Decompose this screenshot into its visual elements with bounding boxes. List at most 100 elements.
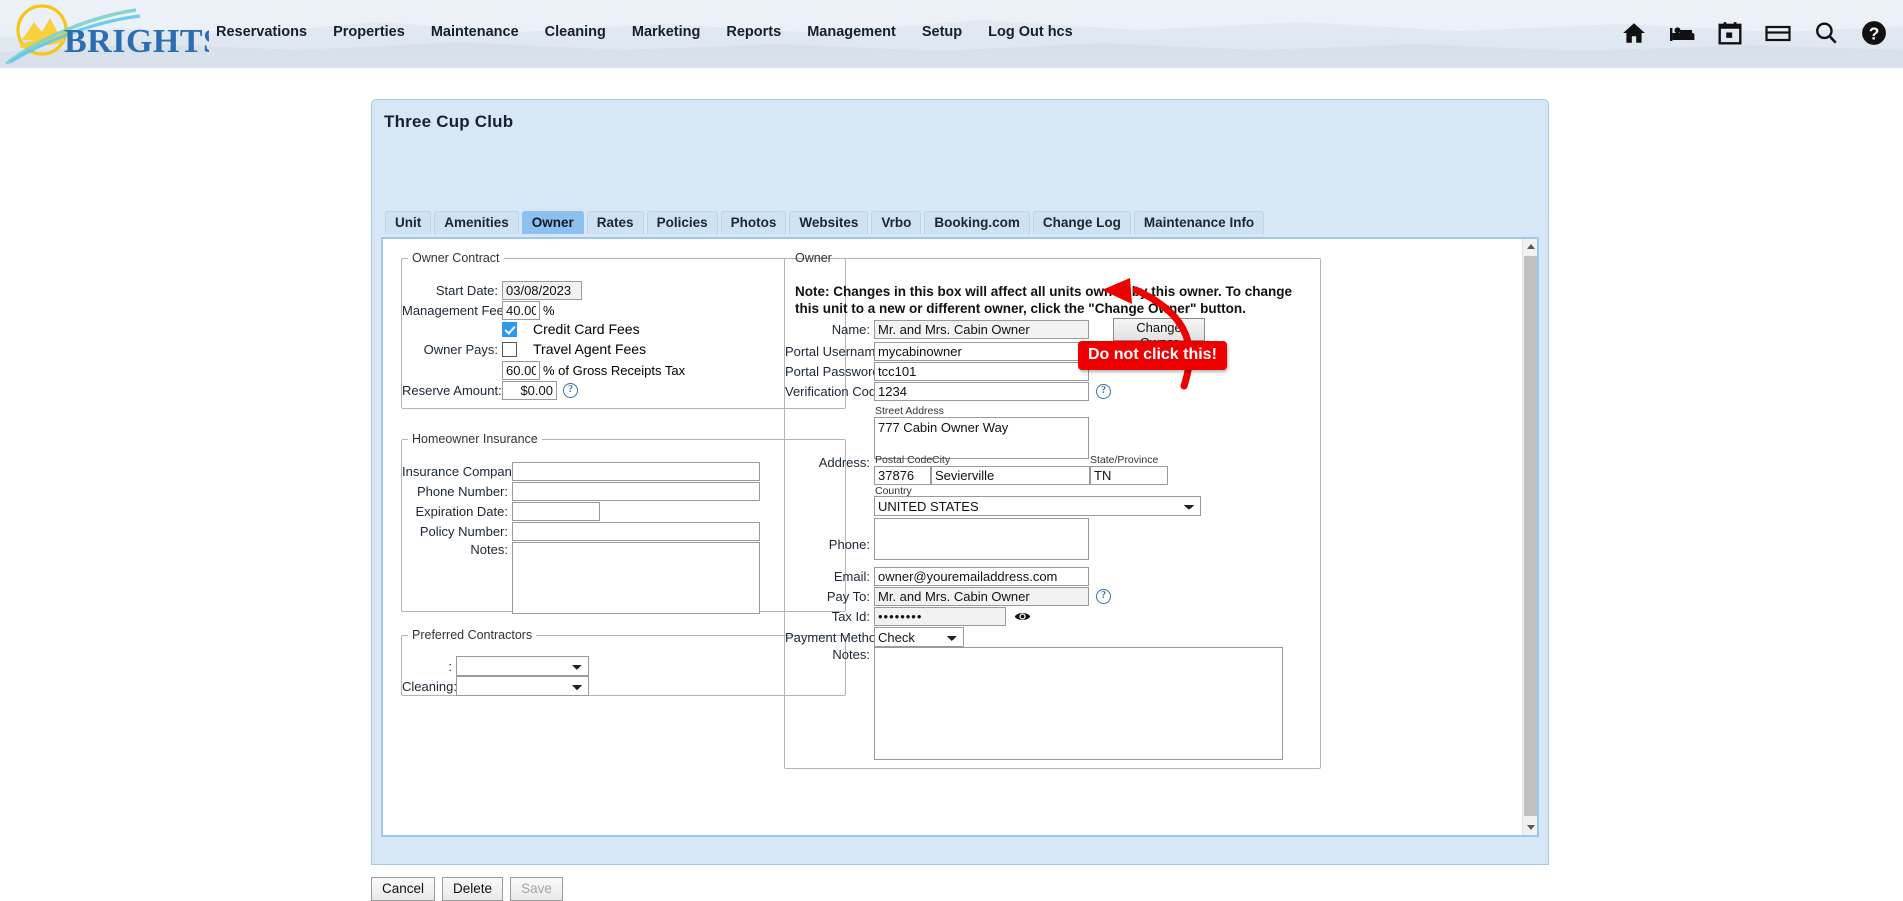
street-address-textarea[interactable]: 777 Cabin Owner Way [874, 417, 1089, 459]
scroll-up-arrow[interactable] [1523, 239, 1537, 254]
address-label: Address: [818, 455, 870, 470]
owner-name-label: Name: [831, 322, 870, 337]
postal-code-label: Postal Code [875, 454, 933, 466]
nav-item-reservations[interactable]: Reservations [216, 24, 320, 40]
tab-photos[interactable]: Photos [720, 211, 787, 234]
nav-item-management[interactable]: Management [794, 24, 909, 40]
help-icon[interactable]: ? [1861, 20, 1887, 46]
content-scrollbar[interactable] [1522, 239, 1537, 835]
pay-to-input[interactable] [874, 587, 1089, 606]
insurance-policy-input[interactable] [512, 522, 760, 541]
bed-icon[interactable] [1669, 20, 1695, 46]
homeowner-insurance-legend: Homeowner Insurance [412, 432, 538, 446]
owner-pays-label: Owner Pays: [423, 341, 498, 357]
nav-item-maintenance[interactable]: Maintenance [418, 24, 532, 40]
street-address-label: Street Address [875, 405, 944, 417]
insurance-notes-textarea[interactable] [512, 542, 760, 614]
verification-code-help-icon[interactable]: ? [1096, 384, 1111, 399]
tab-unit[interactable]: Unit [385, 211, 432, 234]
tab-websites[interactable]: Websites [789, 211, 869, 234]
credit-card-fees-checkbox[interactable] [502, 321, 517, 337]
country-select[interactable]: UNITED STATES [874, 496, 1201, 516]
portal-username-label: Portal Username: [785, 344, 887, 359]
reserve-amount-input[interactable] [502, 381, 557, 400]
credit-card-icon[interactable] [1765, 20, 1791, 46]
insurance-phone-input[interactable] [512, 482, 760, 501]
tab-owner[interactable]: Owner [521, 211, 584, 234]
gross-receipts-tax-input[interactable] [502, 361, 540, 380]
scroll-down-arrow[interactable] [1523, 820, 1537, 835]
travel-agent-fees-checkbox[interactable] [502, 341, 517, 357]
verification-code-label: Verification Code: [785, 384, 887, 399]
owner-name-input[interactable] [874, 320, 1089, 339]
insurance-notes-label: Notes: [470, 542, 508, 557]
nav-item-logout[interactable]: Log Out hcs [975, 24, 1086, 40]
eye-icon[interactable] [1014, 610, 1031, 623]
tab-vrbo[interactable]: Vrbo [871, 211, 922, 234]
owner-notes-textarea[interactable] [874, 647, 1283, 760]
tab-amenities[interactable]: Amenities [434, 211, 519, 234]
nav-item-cleaning[interactable]: Cleaning [532, 24, 619, 40]
insurance-company-label: Insurance Company: [402, 464, 522, 479]
pay-to-help-icon[interactable]: ? [1096, 589, 1111, 604]
preferred-contractors-group: Preferred Contractors : Cleaning: [401, 628, 846, 696]
reserve-amount-label: Reserve Amount: [402, 383, 502, 398]
page-title: Three Cup Club [384, 112, 514, 131]
search-icon[interactable] [1813, 20, 1839, 46]
main-navigation[interactable]: Reservations Properties Maintenance Clea… [216, 20, 1086, 44]
nav-item-reports[interactable]: Reports [713, 24, 794, 40]
tab-bookingcom[interactable]: Booking.com [924, 211, 1030, 234]
tax-id-input[interactable] [874, 607, 1006, 626]
owner-phone-textarea[interactable] [874, 518, 1089, 560]
owner-tab-content: Owner Contract Start Date: Management Fe… [381, 237, 1539, 837]
tax-id-label: Tax Id: [831, 609, 870, 624]
preferred-contractors-legend: Preferred Contractors [412, 628, 533, 642]
verification-code-input[interactable] [874, 382, 1089, 401]
tab-bar[interactable]: Unit Amenities Owner Rates Policies Phot… [385, 211, 1265, 234]
scrollbar-thumb[interactable] [1524, 256, 1537, 816]
owner-group: Owner Note: Changes in this box will aff… [784, 251, 1321, 769]
tab-rates[interactable]: Rates [586, 211, 644, 234]
cancel-button[interactable]: Cancel [371, 877, 436, 901]
insurance-expiration-label: Expiration Date: [415, 504, 509, 519]
insurance-policy-label: Policy Number: [419, 524, 508, 539]
payment-method-label: Payment Method: [785, 629, 887, 645]
owner-email-input[interactable] [874, 567, 1089, 586]
gross-receipts-tax-label: % of Gross Receipts Tax [543, 363, 686, 378]
contractor-blank-select[interactable] [456, 656, 589, 676]
homeowner-insurance-group: Homeowner Insurance Insurance Company: P… [401, 432, 846, 614]
tab-policies[interactable]: Policies [646, 211, 718, 234]
calendar-icon[interactable] [1717, 20, 1743, 46]
insurance-phone-label: Phone Number: [416, 484, 508, 499]
postal-code-input[interactable] [874, 466, 931, 485]
site-header: BRIGHTSIDE Reservations Properties Maint… [0, 0, 1903, 68]
home-icon[interactable] [1621, 20, 1647, 46]
management-fee-label: Management Fee: [402, 303, 508, 318]
start-date-input[interactable] [502, 281, 582, 300]
insurance-company-input[interactable] [512, 462, 760, 481]
insurance-expiration-input[interactable] [512, 502, 600, 521]
owner-contract-legend: Owner Contract [412, 251, 500, 265]
tab-maintenance-info[interactable]: Maintenance Info [1133, 211, 1265, 234]
contractor-cleaning-select[interactable] [456, 676, 589, 696]
annotation-label: Do not click this! [1078, 341, 1227, 370]
form-action-buttons: Cancel Delete Save [371, 877, 563, 901]
city-label: City [932, 454, 951, 466]
save-button: Save [510, 877, 563, 901]
delete-button[interactable]: Delete [442, 877, 504, 901]
payment-method-select[interactable]: Check [874, 627, 964, 647]
city-input[interactable] [931, 466, 1090, 485]
nav-item-setup[interactable]: Setup [909, 24, 975, 40]
header-icon-bar: ? [1621, 14, 1887, 52]
nav-item-marketing[interactable]: Marketing [619, 24, 714, 40]
portal-password-input[interactable] [874, 362, 1089, 381]
reserve-amount-help-icon[interactable]: ? [563, 383, 578, 398]
state-province-input[interactable] [1090, 466, 1168, 485]
brightside-logo[interactable]: BRIGHTSIDE [4, 2, 209, 64]
tab-change-log[interactable]: Change Log [1032, 211, 1131, 234]
portal-password-label: Portal Password: [785, 364, 884, 379]
management-fee-input[interactable] [502, 301, 540, 320]
nav-item-properties[interactable]: Properties [320, 24, 418, 40]
portal-username-input[interactable] [874, 342, 1089, 361]
owner-notes-label: Notes: [832, 647, 870, 662]
